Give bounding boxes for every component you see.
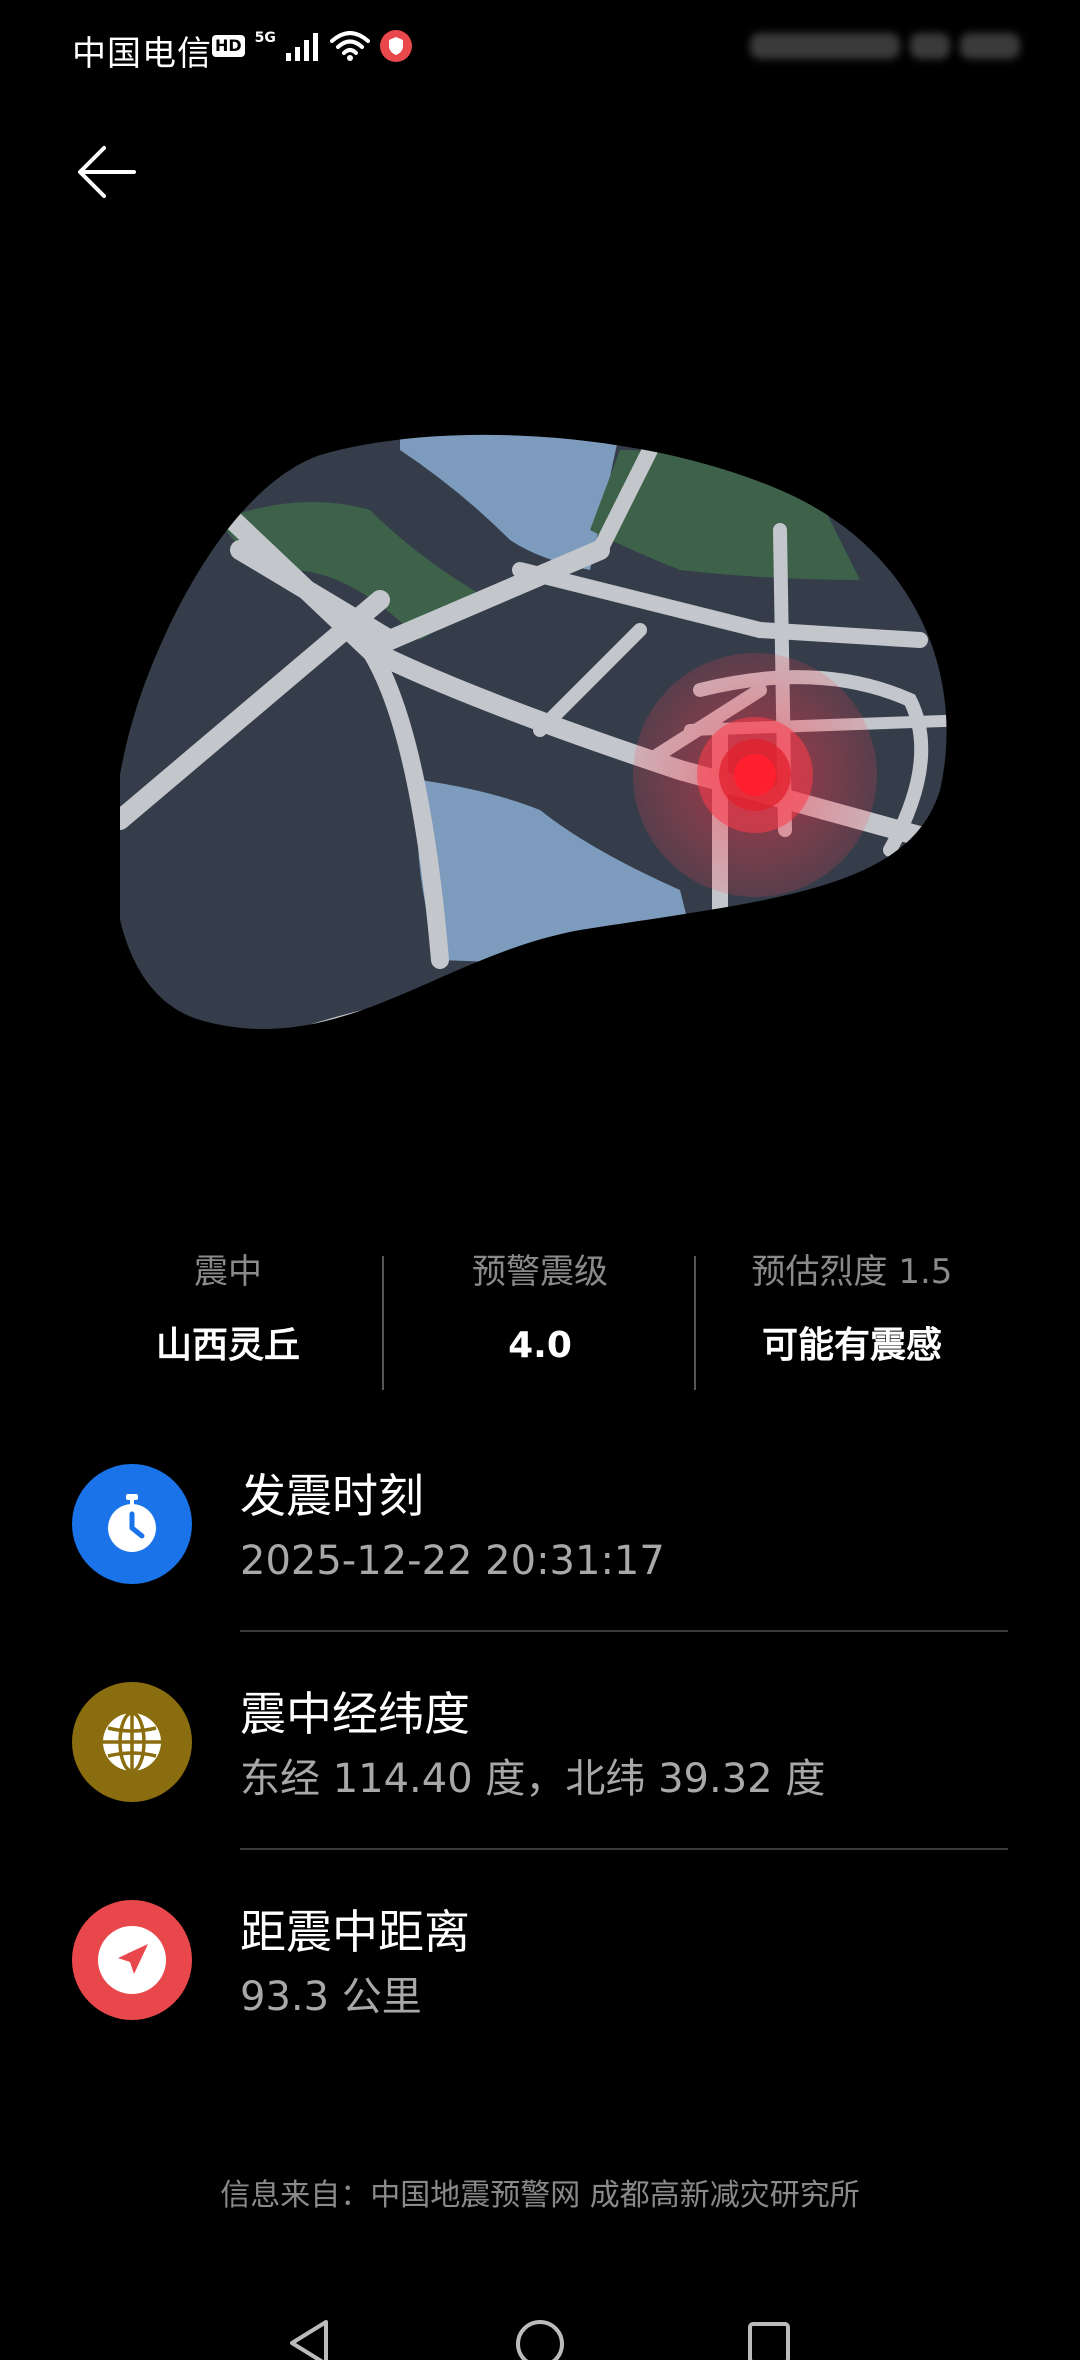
detail-title: 发震时刻 (240, 1469, 424, 1523)
nav-recent-button[interactable] (746, 2318, 792, 2360)
source-attribution: 信息来自：中国地震预警网 成都高新减灾研究所 (220, 2178, 860, 2213)
summary-intensity: 预估烈度 1.5 可能有震感 (702, 1250, 1002, 1368)
globe-icon (72, 1682, 192, 1802)
summary-value: 可能有震感 (761, 1325, 942, 1366)
circle-home-icon (516, 2320, 564, 2360)
status-bar: 中国电信 HD 5G (0, 0, 1080, 96)
back-button[interactable] (72, 136, 144, 208)
detail-item-distance: 距震中距离 93.3 公里 (0, 1886, 1080, 2104)
summary-magnitude: 预警震级 4.0 (390, 1250, 690, 1368)
detail-value: 东经 114.40 度，北纬 39.32 度 (240, 1756, 826, 1802)
detail-title: 震中经纬度 (240, 1687, 470, 1741)
location-arrow-icon (72, 1900, 192, 2020)
status-icons: HD 5G (212, 30, 412, 62)
signal-icon (285, 33, 318, 61)
summary-value: 4.0 (508, 1325, 572, 1366)
detail-item-coordinates: 震中经纬度 东经 114.40 度，北纬 39.32 度 (0, 1668, 1080, 1886)
detail-value: 2025-12-22 20:31:17 (240, 1538, 665, 1584)
wifi-icon (329, 31, 370, 61)
detail-item-time: 发震时刻 2025-12-22 20:31:17 (0, 1450, 1080, 1668)
epicenter-marker (633, 653, 877, 897)
security-shield-icon (379, 30, 412, 62)
square-recent-icon (748, 2322, 790, 2360)
network-type-label: 5G (254, 30, 276, 46)
earthquake-summary: 震中 山西灵丘 预警震级 4.0 预估烈度 1.5 可能有震感 (0, 1250, 1080, 1395)
summary-value: 山西灵丘 (155, 1325, 300, 1366)
triangle-back-icon (290, 2320, 328, 2360)
column-divider (694, 1256, 696, 1390)
epicenter-map (112, 430, 960, 1070)
summary-label: 预警震级 (472, 1252, 608, 1292)
summary-label: 震中 (194, 1252, 262, 1292)
detail-value: 93.3 公里 (240, 1974, 422, 2020)
hd-badge: HD (212, 35, 245, 57)
nav-back-button[interactable] (286, 2318, 332, 2360)
system-nav-bar (0, 2300, 1080, 2360)
detail-title: 距震中距离 (240, 1905, 470, 1959)
carrier-name: 中国电信 (72, 34, 212, 74)
stopwatch-icon (72, 1464, 192, 1584)
back-arrow-icon (78, 146, 136, 198)
summary-label: 预估烈度 1.5 (751, 1252, 953, 1292)
column-divider (382, 1256, 384, 1390)
list-divider (240, 1848, 1008, 1850)
blurred-status-area (700, 28, 1020, 64)
summary-epicenter: 震中 山西灵丘 (78, 1250, 378, 1368)
nav-home-button[interactable] (514, 2318, 566, 2360)
list-divider (240, 1630, 1008, 1632)
